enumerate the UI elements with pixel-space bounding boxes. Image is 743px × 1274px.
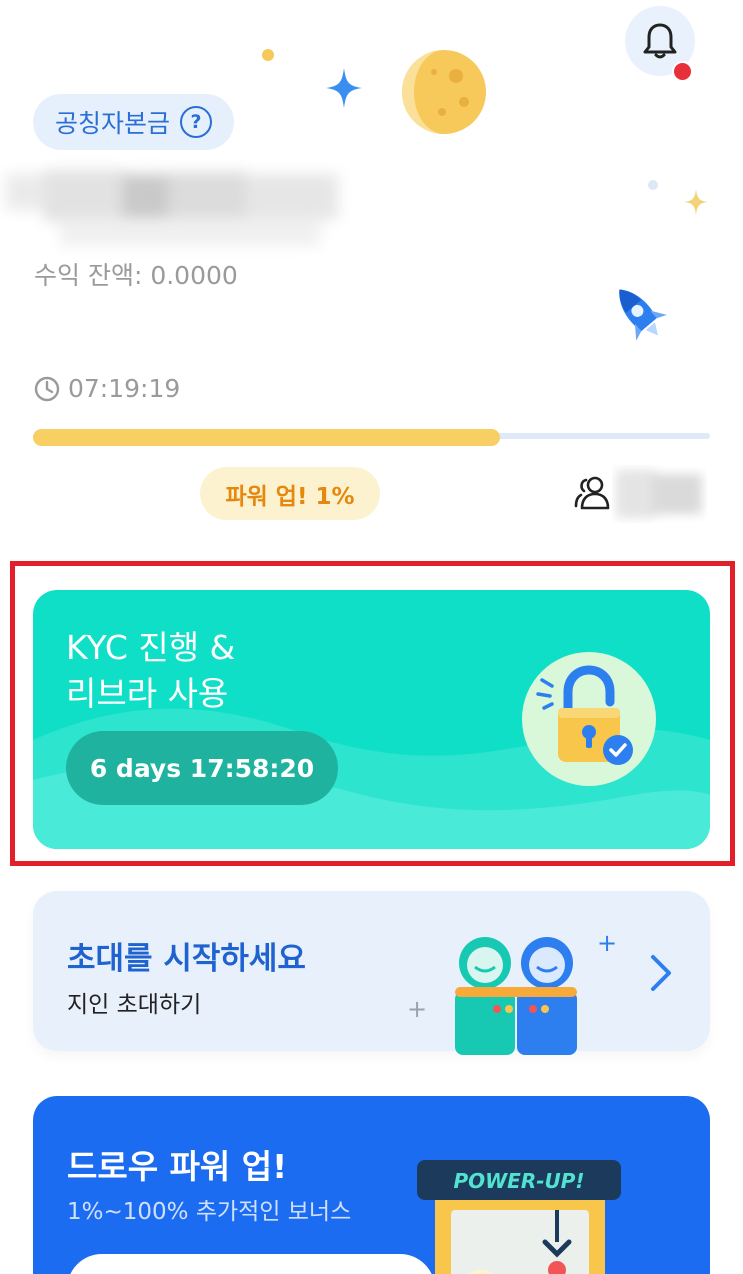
svg-text:+: +	[407, 995, 427, 1023]
svg-text:+: +	[597, 929, 617, 957]
notification-badge	[672, 61, 693, 82]
machine-sign: POWER-UP!	[453, 1169, 584, 1193]
session-timer: 07:19:19	[68, 374, 181, 403]
clock-icon	[34, 376, 60, 401]
redacted-balance	[6, 170, 338, 246]
power-up-card[interactable]: 드로우 파워 업! 1%~100% 추가적인 보너스 POWER-UP!	[33, 1096, 710, 1274]
power-title: 드로우 파워 업!	[67, 1147, 288, 1186]
mining-progress-fill	[33, 429, 500, 446]
rocket-illustration	[619, 289, 667, 341]
moon-illustration	[402, 50, 486, 134]
star-dot	[648, 180, 658, 190]
invite-friends-illustration: + +	[407, 929, 617, 1055]
padlock-icon	[536, 665, 633, 765]
earned-balance: 수익 잔액: 0.0000	[34, 261, 238, 290]
kyc-countdown-pill: 6 days 17:58:20	[66, 731, 338, 805]
sparkle-icon	[684, 189, 708, 215]
redacted-referral-count	[616, 470, 702, 518]
power-up-action-button[interactable]	[67, 1254, 435, 1274]
bell-icon	[643, 23, 677, 59]
kyc-title: KYC 진행 & 리브라 사용	[66, 628, 236, 713]
claw-machine-illustration: POWER-UP!	[417, 1160, 621, 1274]
invite-subtitle: 지인 초대하기	[67, 992, 202, 1018]
power-badge-label: 파워 업! 1%	[225, 483, 355, 510]
mining-home-screen: 공칭자본금 ? 수익 잔액: 0.0000 07:19:19 파워 업! 1%	[0, 0, 743, 1274]
invite-title: 초대를 시작하세요	[67, 941, 306, 977]
power-subtitle: 1%~100% 추가적인 보너스	[67, 1199, 352, 1225]
power-up-badge[interactable]: 파워 업! 1%	[200, 467, 380, 520]
balance-label-pill[interactable]: 공칭자본금 ?	[33, 94, 235, 150]
question-circle-icon[interactable]: ?	[180, 106, 213, 138]
kyc-countdown: 6 days 17:58:20	[89, 753, 315, 783]
invite-card[interactable]: 초대를 시작하세요 지인 초대하기 + +	[33, 891, 710, 1055]
sparkle-icon	[326, 68, 362, 108]
session-timer-row: 07:19:19	[34, 374, 180, 403]
balance-label: 공칭자본금	[55, 109, 171, 138]
people-icon[interactable]	[573, 474, 613, 512]
kyc-card[interactable]: KYC 진행 & 리브라 사용 6 days 17:58:20	[33, 590, 710, 849]
help-glyph: ?	[190, 111, 202, 133]
chevron-right-icon[interactable]	[647, 951, 675, 995]
star-dot	[262, 49, 274, 61]
